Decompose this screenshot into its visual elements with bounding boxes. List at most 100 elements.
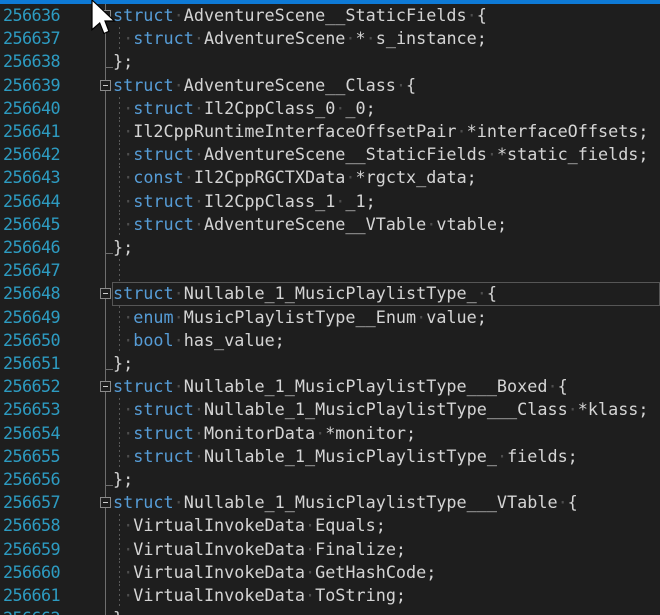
line-number: 256645 bbox=[3, 213, 60, 236]
fold-end-marker bbox=[105, 369, 113, 370]
fold-collapse-button[interactable] bbox=[100, 288, 111, 299]
fold-collapse-button[interactable] bbox=[100, 80, 111, 91]
code-line[interactable]: 256658 ·VirtualInvokeData·Equals; bbox=[0, 514, 660, 537]
fold-collapse-button[interactable] bbox=[100, 497, 111, 508]
code-token: ToString; bbox=[315, 585, 406, 605]
code-line[interactable]: 256639struct·AdventureScene__Class·{ bbox=[0, 74, 660, 97]
code-token: Nullable_1_MusicPlaylistType_ bbox=[184, 283, 477, 303]
code-token bbox=[113, 423, 123, 443]
line-number: 256636 bbox=[3, 4, 60, 27]
whitespace-dot: · bbox=[194, 144, 204, 164]
code-token: Nullable_1_MusicPlaylistType___VTable bbox=[184, 492, 558, 512]
minus-icon bbox=[103, 502, 108, 503]
code-text: }; bbox=[113, 468, 133, 491]
whitespace-dot: · bbox=[366, 28, 376, 48]
code-token: Il2CppRuntimeInterfaceOffsetPair bbox=[133, 121, 456, 141]
minus-icon bbox=[103, 293, 108, 294]
code-token: Nullable_1_MusicPlaylistType___Class bbox=[204, 399, 568, 419]
whitespace-dot: · bbox=[174, 5, 184, 25]
keyword-token: struct bbox=[133, 191, 194, 211]
code-text: }; bbox=[113, 236, 133, 259]
code-editor: 256636struct·AdventureScene__StaticField… bbox=[0, 0, 660, 615]
whitespace-dot: · bbox=[123, 423, 133, 443]
whitespace-dot: · bbox=[123, 585, 133, 605]
line-number: 256642 bbox=[3, 143, 60, 166]
code-token bbox=[113, 307, 123, 327]
code-line[interactable]: 256645 ·struct·AdventureScene__VTable·vt… bbox=[0, 213, 660, 236]
keyword-token: bool bbox=[133, 330, 173, 350]
code-line[interactable]: 256655 ·struct·Nullable_1_MusicPlaylistT… bbox=[0, 445, 660, 468]
whitespace-dot: · bbox=[123, 144, 133, 164]
fold-end-marker bbox=[105, 67, 113, 68]
line-number: 256641 bbox=[3, 120, 60, 143]
keyword-token: struct bbox=[133, 399, 194, 419]
whitespace-dot: · bbox=[305, 585, 315, 605]
code-token bbox=[113, 446, 123, 466]
code-line[interactable]: 256654 ·struct·MonitorData·*monitor; bbox=[0, 422, 660, 445]
code-text: ·VirtualInvokeData·Equals; bbox=[113, 514, 386, 537]
code-token: value; bbox=[426, 307, 487, 327]
code-line[interactable]: 256660 ·VirtualInvokeData·GetHashCode; bbox=[0, 561, 660, 584]
minus-icon bbox=[103, 386, 108, 387]
code-token: Il2CppRGCTXData bbox=[194, 167, 346, 187]
code-line[interactable]: 256643 ·const·Il2CppRGCTXData·*rgctx_dat… bbox=[0, 166, 660, 189]
line-number: 256654 bbox=[3, 422, 60, 445]
code-text: ·bool·has_value; bbox=[113, 329, 285, 352]
code-line[interactable]: 256646}; bbox=[0, 236, 660, 259]
whitespace-dot: · bbox=[174, 376, 184, 396]
code-token: Nullable_1_MusicPlaylistType___Boxed bbox=[184, 376, 548, 396]
code-line[interactable]: 256652struct·Nullable_1_MusicPlaylistTyp… bbox=[0, 375, 660, 398]
keyword-token: struct bbox=[133, 214, 194, 234]
keyword-token: struct bbox=[113, 75, 174, 95]
code-line[interactable]: 256656}; bbox=[0, 468, 660, 491]
whitespace-dot: · bbox=[194, 98, 204, 118]
code-line[interactable]: 256659 ·VirtualInvokeData·Finalize; bbox=[0, 538, 660, 561]
code-line[interactable]: 256648struct·Nullable_1_MusicPlaylistTyp… bbox=[0, 282, 660, 305]
code-text: ·VirtualInvokeData·Finalize; bbox=[113, 538, 406, 561]
whitespace-dot: · bbox=[174, 492, 184, 512]
whitespace-dot: · bbox=[305, 562, 315, 582]
fold-collapse-button[interactable] bbox=[100, 381, 111, 392]
code-token: _1; bbox=[345, 191, 375, 211]
line-number: 256656 bbox=[3, 468, 60, 491]
code-line[interactable]: 256642 ·struct·AdventureScene__StaticFie… bbox=[0, 143, 660, 166]
whitespace-dot: · bbox=[123, 214, 133, 234]
code-token bbox=[113, 121, 123, 141]
whitespace-dot: · bbox=[335, 98, 345, 118]
code-line[interactable]: 256661 ·VirtualInvokeData·ToString; bbox=[0, 584, 660, 607]
code-line[interactable]: 256647 bbox=[0, 259, 660, 282]
code-token bbox=[113, 330, 123, 350]
code-text: }; bbox=[113, 352, 133, 375]
whitespace-dot: · bbox=[558, 492, 568, 512]
code-text: ·struct·Nullable_1_MusicPlaylistType___C… bbox=[113, 398, 649, 421]
code-line[interactable]: 256650 ·bool·has_value; bbox=[0, 329, 660, 352]
code-token: has_value; bbox=[184, 330, 285, 350]
code-line[interactable]: 256651}; bbox=[0, 352, 660, 375]
whitespace-dot: · bbox=[194, 399, 204, 419]
whitespace-dot: · bbox=[497, 446, 507, 466]
code-token: }; bbox=[113, 237, 133, 257]
whitespace-dot: · bbox=[123, 121, 133, 141]
code-token: AdventureScene__VTable bbox=[204, 214, 426, 234]
code-token: VirtualInvokeData bbox=[133, 515, 305, 535]
code-line[interactable]: 256641 ·Il2CppRuntimeInterfaceOffsetPair… bbox=[0, 120, 660, 143]
code-token bbox=[113, 167, 123, 187]
line-number: 256646 bbox=[3, 236, 60, 259]
code-line[interactable]: 256649 ·enum·MusicPlaylistType__Enum·val… bbox=[0, 306, 660, 329]
whitespace-dot: · bbox=[123, 446, 133, 466]
line-number: 256659 bbox=[3, 538, 60, 561]
code-line[interactable]: 256657struct·Nullable_1_MusicPlaylistTyp… bbox=[0, 491, 660, 514]
code-line[interactable]: 256662}; bbox=[0, 607, 660, 615]
code-text: ·struct·AdventureScene__VTable·vtable; bbox=[113, 213, 507, 236]
code-token: Equals; bbox=[315, 515, 386, 535]
code-text: ·struct·Nullable_1_MusicPlaylistType_·fi… bbox=[113, 445, 578, 468]
line-number: 256648 bbox=[3, 282, 60, 305]
code-line[interactable]: 256653 ·struct·Nullable_1_MusicPlaylistT… bbox=[0, 398, 660, 421]
code-line[interactable]: 256638}; bbox=[0, 50, 660, 73]
code-line[interactable]: 256644 ·struct·Il2CppClass_1·_1; bbox=[0, 190, 660, 213]
code-token: VirtualInvokeData bbox=[133, 539, 305, 559]
line-number: 256657 bbox=[3, 491, 60, 514]
code-line[interactable]: 256640 ·struct·Il2CppClass_0·_0; bbox=[0, 97, 660, 120]
whitespace-dot: · bbox=[174, 307, 184, 327]
whitespace-dot: · bbox=[123, 562, 133, 582]
